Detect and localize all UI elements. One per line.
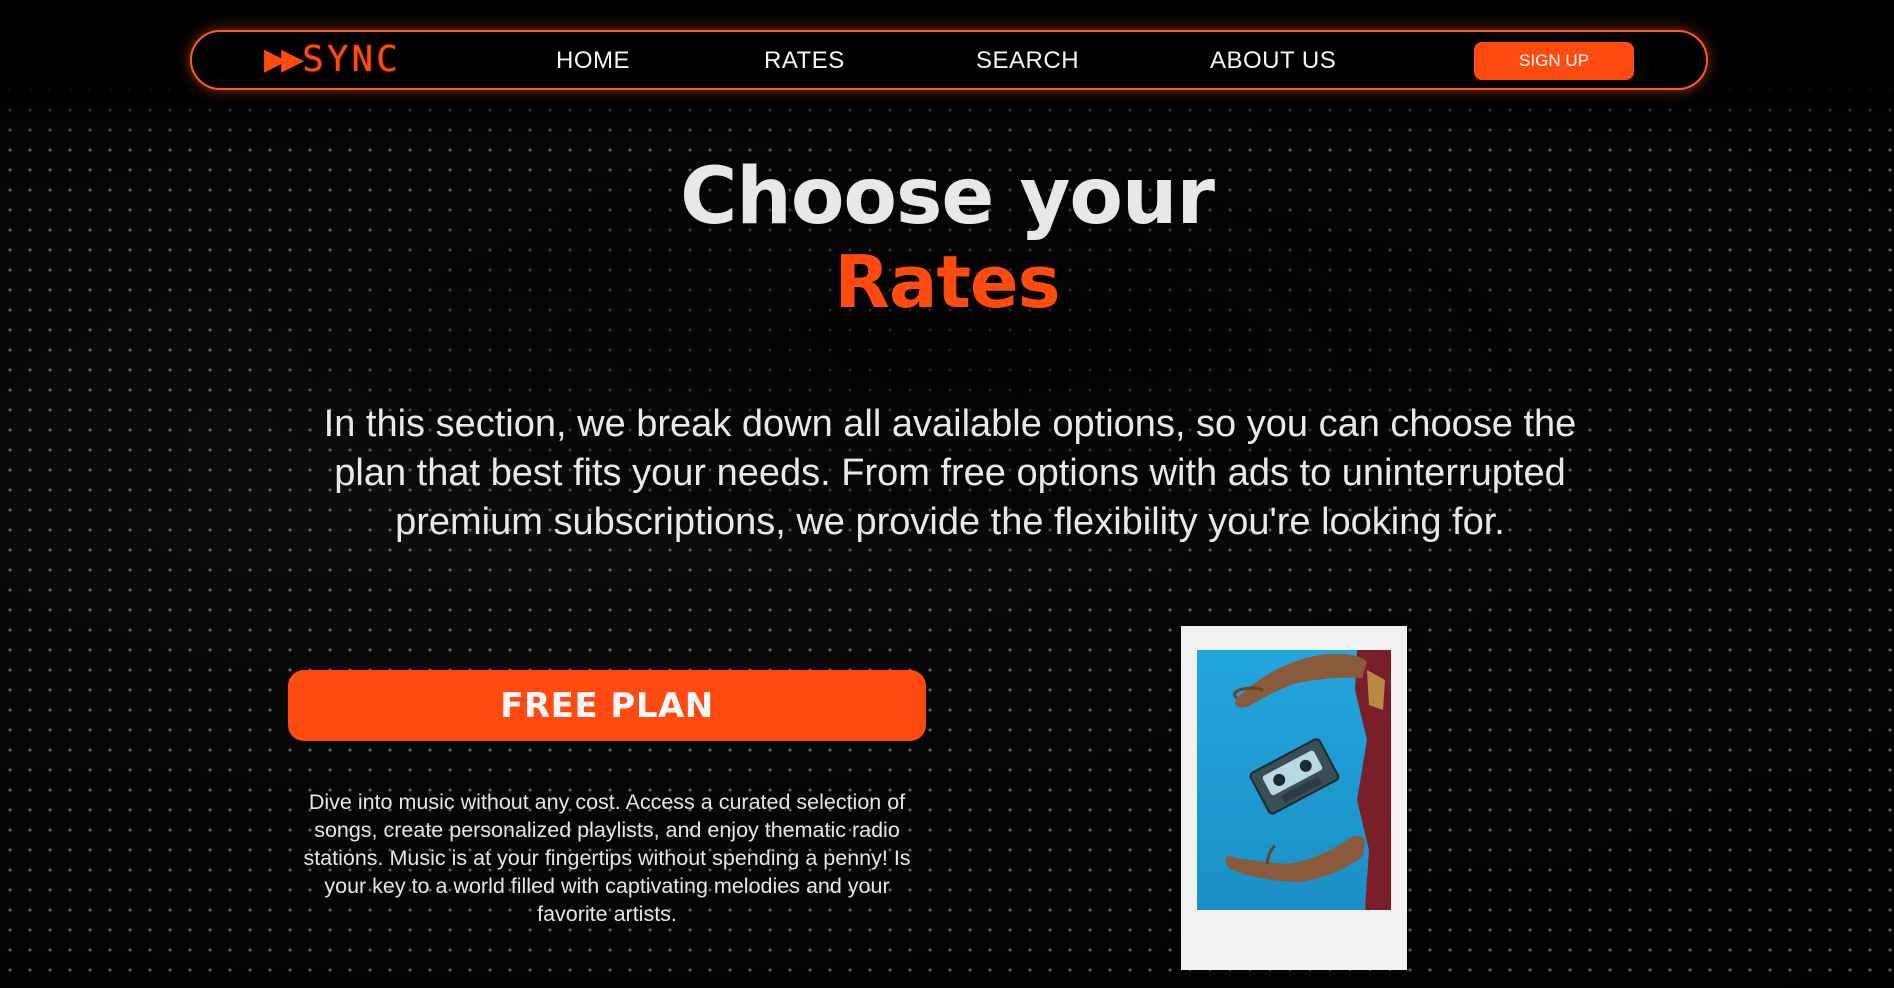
description-line: your key to a world filled with captivat…: [324, 874, 890, 898]
nav-rates[interactable]: RATES: [764, 47, 845, 75]
polaroid-frame: [1181, 626, 1407, 970]
logo-text: SYNC: [302, 39, 401, 80]
free-plan-button[interactable]: FREE PLAN: [288, 670, 926, 741]
description-line: songs, create personalized playlists, an…: [314, 818, 900, 842]
description-line: stations. Music is at your fingertips wi…: [303, 846, 911, 870]
nav-search[interactable]: SEARCH: [976, 47, 1079, 75]
cassette-hands-illustration: [1197, 650, 1391, 910]
intro-line: premium subscriptions, we provide the fl…: [395, 501, 1505, 543]
nav-home[interactable]: HOME: [556, 47, 630, 75]
intro-line: In this section, we break down all avail…: [323, 403, 1577, 445]
description-line: Dive into music without any cost. Access…: [308, 790, 906, 814]
play-forward-icon: ▶▶: [264, 42, 304, 77]
navbar: ▶▶ SYNC HOME RATES SEARCH ABOUT US SIGN …: [190, 30, 1708, 90]
description-line: favorite artists.: [537, 902, 677, 926]
intro-paragraph: In this section, we break down all avail…: [290, 400, 1610, 547]
sync-logo[interactable]: ▶▶ SYNC: [264, 38, 401, 82]
page-title-highlight: Rates: [834, 240, 1060, 324]
signup-button[interactable]: SIGN UP: [1474, 42, 1634, 80]
nav-about-us[interactable]: ABOUT US: [1210, 47, 1336, 75]
page-title: Choose your: [680, 152, 1215, 242]
cassette-photo: [1197, 650, 1391, 910]
free-plan-description: Dive into music without any cost. Access…: [286, 788, 928, 928]
intro-line: plan that best fits your needs. From fre…: [334, 452, 1566, 494]
